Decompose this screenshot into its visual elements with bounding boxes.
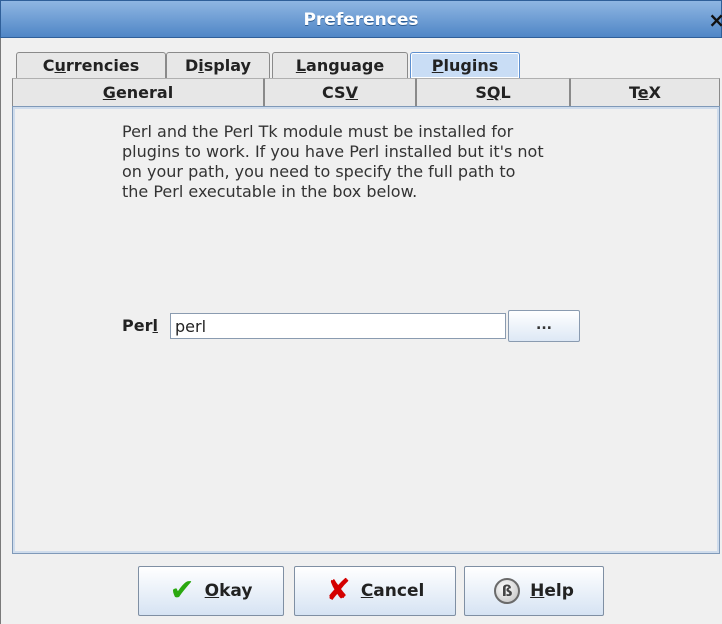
tab-mnemonic: V bbox=[345, 83, 358, 102]
tab-mnemonic: L bbox=[295, 56, 307, 75]
tab-sql[interactable]: SQL bbox=[416, 78, 570, 106]
help-label-rest: elp bbox=[544, 581, 574, 601]
tab-tex[interactable]: TeX bbox=[570, 78, 720, 106]
cancel-label: Cancel bbox=[361, 581, 425, 601]
okay-mnemonic: O bbox=[204, 581, 220, 601]
tab-language[interactable]: Language bbox=[272, 52, 408, 78]
title-bar[interactable]: Preferences × bbox=[0, 0, 722, 38]
perl-label-mnemonic: l bbox=[152, 316, 158, 335]
perl-label-text: Per bbox=[122, 316, 153, 335]
tab-label-part: anguage bbox=[306, 56, 385, 75]
help-button[interactable]: ß Help bbox=[464, 566, 604, 616]
tab-label-part: C bbox=[42, 56, 55, 75]
tab-label-part: T bbox=[629, 83, 638, 102]
tab-currencies[interactable]: Currencies bbox=[16, 52, 166, 78]
window-title: Preferences bbox=[303, 10, 419, 30]
close-icon[interactable]: × bbox=[708, 1, 722, 39]
tab-label-part: S bbox=[475, 83, 487, 102]
plugins-info-text: Perl and the Perl Tk module must be inst… bbox=[122, 122, 544, 201]
cancel-mnemonic: C bbox=[360, 581, 374, 601]
tab-label-part: eneral bbox=[115, 83, 174, 102]
tab-general[interactable]: General bbox=[12, 78, 264, 106]
okay-button[interactable]: ✔ Okay bbox=[138, 566, 284, 616]
perl-path-input[interactable] bbox=[170, 313, 506, 339]
tab-plugins[interactable]: Plugins bbox=[410, 52, 520, 78]
help-mnemonic: H bbox=[530, 581, 545, 601]
tab-mnemonic: G bbox=[102, 83, 116, 102]
checkmark-icon: ✔ bbox=[169, 573, 195, 608]
cancel-label-rest: ancel bbox=[373, 581, 425, 601]
tab-label-part: rrencies bbox=[65, 56, 140, 75]
tab-mnemonic: u bbox=[54, 56, 66, 75]
tab-display[interactable]: Display bbox=[166, 52, 270, 78]
tab-mnemonic: e bbox=[637, 83, 649, 102]
okay-label-rest: kay bbox=[219, 581, 253, 601]
tab-mnemonic: Q bbox=[486, 83, 501, 102]
tab-label-part: lugins bbox=[443, 56, 499, 75]
help-icon: ß bbox=[494, 578, 521, 604]
perl-label: Perl bbox=[122, 313, 158, 339]
x-icon: ✘ bbox=[325, 573, 351, 608]
okay-label: Okay bbox=[205, 581, 253, 601]
tab-csv[interactable]: CSV bbox=[264, 78, 416, 106]
browse-button[interactable]: ... bbox=[508, 310, 580, 342]
cancel-button[interactable]: ✘ Cancel bbox=[294, 566, 456, 616]
tab-label-part: splay bbox=[203, 56, 251, 75]
tab-label-part: CS bbox=[322, 83, 346, 102]
tab-label-part: D bbox=[185, 56, 199, 75]
tab-label-part: X bbox=[648, 83, 661, 102]
tab-label-part: L bbox=[500, 83, 511, 102]
tab-mnemonic: P bbox=[431, 56, 444, 75]
help-label: Help bbox=[530, 581, 574, 601]
